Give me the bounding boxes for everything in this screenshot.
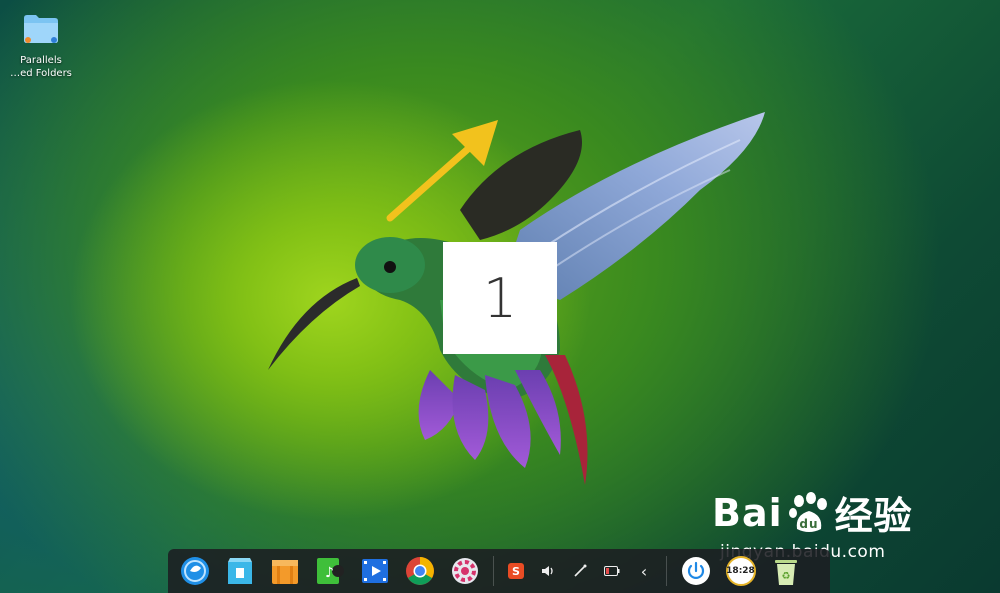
volume-icon [542,566,553,576]
dock-item-file-manager[interactable] [268,554,302,588]
dock-item-app-store[interactable] [223,554,257,588]
dock-item-chrome[interactable] [403,554,437,588]
annotation-arrow-icon [386,120,498,222]
network-icon [574,564,587,577]
desktop-icon-label: Parallels …ed Folders [10,55,72,79]
dock-item-launcher[interactable] [178,554,212,588]
sogou-input-icon: S [508,563,524,579]
battery-icon [604,566,620,576]
tray-input-method[interactable]: S [501,556,531,586]
chevron-left-icon: ‹ [640,561,648,581]
watermark-brand-suffix: 经验 [834,494,913,538]
trash-icon: ♻ [774,560,797,585]
svg-text:du: du [799,517,818,531]
svg-text:♪: ♪ [325,565,334,581]
dock-item-settings[interactable] [448,554,482,588]
music-icon: ♪ [316,558,344,584]
dock-item-music[interactable]: ♪ [313,554,347,588]
video-icon [361,559,388,583]
step-number: 1 [482,266,518,330]
watermark-brand: Bai [712,490,783,535]
dock-item-trash[interactable]: ♻ [769,554,803,588]
dock-item-shutdown[interactable] [679,554,713,588]
file-manager-icon [271,560,298,584]
tray-volume[interactable] [533,556,563,586]
tray-expand[interactable]: ‹ [629,556,659,586]
dock-item-video[interactable] [358,554,392,588]
clock-time: 18:28 [726,566,755,576]
baidu-paw-icon: du [788,491,827,532]
dock: ♪ S ‹ 18:28 ♻ [168,549,830,593]
chrome-icon [405,557,434,585]
desktop-icon-parallels-shared-folders[interactable]: Parallels …ed Folders [10,14,72,80]
settings-icon [451,558,478,584]
folder-icon [22,14,60,44]
app-store-icon [227,558,252,584]
svg-text:♻: ♻ [781,571,790,582]
dock-separator [666,556,667,586]
dock-item-clock[interactable]: 18:28 [724,554,758,588]
power-icon [681,557,710,585]
tray-network[interactable] [565,556,595,586]
tray-battery[interactable] [597,556,627,586]
step-number-box: 1 [443,242,557,354]
dock-separator [493,556,494,586]
clock-icon: 18:28 [725,556,756,586]
deepin-logo-icon [180,557,209,585]
